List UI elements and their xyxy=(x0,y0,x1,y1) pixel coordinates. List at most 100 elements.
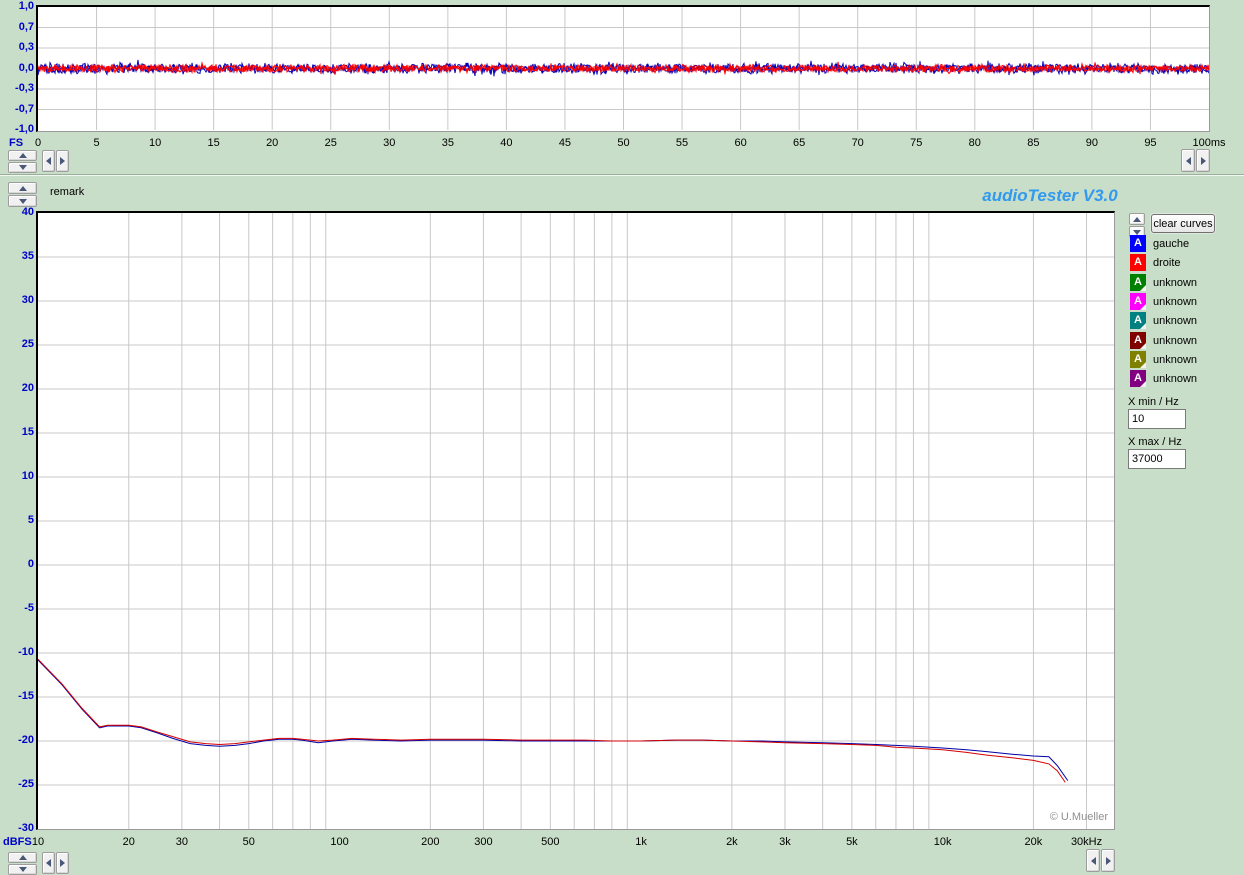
clear-curves-button[interactable]: clear curves xyxy=(1151,214,1215,233)
freq-x-tick-label: 100 xyxy=(330,836,349,848)
arrow-up-icon xyxy=(1133,216,1141,222)
arrow-down-icon xyxy=(1133,229,1141,235)
freq-y-spin-up-button[interactable] xyxy=(8,852,37,863)
time-plot-canvas xyxy=(38,7,1209,130)
remark-spin-up-button[interactable] xyxy=(8,182,37,194)
curve-color-swatch: A xyxy=(1130,351,1146,368)
arrow-up-icon xyxy=(18,855,27,860)
time-x-tick-label: 75 xyxy=(910,137,923,149)
freq-x-tick-label: 1k xyxy=(635,836,647,848)
freq-x-tick-label: 2k xyxy=(726,836,738,848)
arrow-right-icon xyxy=(60,157,65,165)
freq-y-tick-label: 40 xyxy=(21,206,34,218)
audiotester-window: FS remark audioTester V3.0 © U.Mueller d… xyxy=(0,0,1244,875)
time-y-tick-label: -0,7 xyxy=(15,102,34,115)
freq-x-tick-label: 5k xyxy=(846,836,858,848)
arrow-right-icon xyxy=(60,859,65,867)
freq-x-tick-label: 30 xyxy=(175,836,188,848)
time-x-tick-label: 35 xyxy=(441,137,454,149)
freq-y-tick-label: 15 xyxy=(21,426,34,438)
curve-color-swatch: A xyxy=(1130,370,1146,387)
time-x-scroll-right-group xyxy=(1181,149,1210,172)
legend-item-label: unknown xyxy=(1153,372,1198,385)
app-title: audioTester V3.0 xyxy=(982,186,1118,205)
freq-x-scroll-left-button[interactable] xyxy=(42,852,55,874)
curve-color-swatch: A xyxy=(1130,293,1146,310)
freq-y-tick-label: -30 xyxy=(18,822,34,834)
time-x-tick-label: 100ms xyxy=(1192,137,1226,149)
freq-y-tick-label: 10 xyxy=(21,470,34,482)
legend-item-label: unknown xyxy=(1153,314,1198,327)
freq-y-tick-label: 20 xyxy=(21,382,34,394)
legend-item-label: unknown xyxy=(1153,334,1198,347)
freq-y-spinner xyxy=(8,852,37,875)
time-x-tick-label: 60 xyxy=(734,137,747,149)
time-y-spin-down-button[interactable] xyxy=(8,162,37,173)
time-y-tick-label: -1,0 xyxy=(15,123,34,135)
freq-plot xyxy=(36,211,1115,830)
freq-x-scroll-left-button-2[interactable] xyxy=(1086,849,1100,872)
legend-item-label: droite xyxy=(1153,256,1181,269)
curve-color-swatch: A xyxy=(1130,254,1146,271)
time-x-tick-label: 30 xyxy=(383,137,396,149)
freq-plot-canvas xyxy=(38,213,1114,829)
time-x-tick-label: 70 xyxy=(851,137,864,149)
time-x-tick-label: 25 xyxy=(324,137,337,149)
legend-item-unknown-4[interactable]: Aunknown xyxy=(1130,312,1197,329)
xmin-input[interactable] xyxy=(1128,409,1186,429)
freq-y-spin-down-button[interactable] xyxy=(8,864,37,875)
time-x-tick-label: 65 xyxy=(793,137,806,149)
time-x-scroll-right-button[interactable] xyxy=(56,150,69,172)
freq-x-tick-label: 10k xyxy=(933,836,952,848)
legend-item-unknown-3[interactable]: Aunknown xyxy=(1130,293,1197,310)
copyright-text: © U.Mueller xyxy=(1049,811,1108,823)
time-y-tick-label: 0,0 xyxy=(18,61,34,74)
time-plot xyxy=(36,5,1210,132)
legend-item-label: unknown xyxy=(1153,295,1198,308)
xmin-label: X min / Hz xyxy=(1128,396,1179,408)
time-x-tick-label: 40 xyxy=(500,137,513,149)
time-x-tick-label: 95 xyxy=(1144,137,1157,149)
freq-x-tick-label: 3k xyxy=(779,836,791,848)
legend-item-unknown-5[interactable]: Aunknown xyxy=(1130,332,1197,349)
time-y-spinner xyxy=(8,150,37,173)
freq-x-tick-label: 200 xyxy=(421,836,440,848)
freq-x-tick-label: 30kHz xyxy=(1070,836,1103,848)
freq-y-tick-label: -25 xyxy=(18,778,34,790)
arrow-up-icon xyxy=(18,185,27,191)
freq-x-scroll-right-button[interactable] xyxy=(56,852,69,874)
legend-item-label: unknown xyxy=(1153,276,1198,289)
time-x-tick-label: 5 xyxy=(93,137,100,149)
arrow-left-icon xyxy=(1185,156,1191,165)
time-y-tick-label: 0,3 xyxy=(18,41,34,53)
time-x-scroll-left-group xyxy=(42,150,69,172)
freq-x-scroll-right-button-2[interactable] xyxy=(1101,849,1115,872)
time-x-tick-label: 85 xyxy=(1027,137,1040,149)
time-x-tick-label: 55 xyxy=(675,137,689,149)
time-y-spin-up-button[interactable] xyxy=(8,150,37,161)
legend-item-unknown-2[interactable]: Aunknown xyxy=(1130,274,1197,291)
legend-scroll-up-button[interactable] xyxy=(1129,213,1145,225)
freq-x-tick-label: 500 xyxy=(541,836,560,848)
xmax-label: X max / Hz xyxy=(1128,436,1182,448)
time-x-tick-label: 10 xyxy=(148,137,162,149)
time-x-tick-label: 50 xyxy=(617,137,630,149)
time-x-tick-label: 80 xyxy=(968,137,981,149)
freq-x-scroll-right-group xyxy=(1086,849,1115,872)
arrow-down-icon xyxy=(18,198,27,204)
xmax-input[interactable] xyxy=(1128,449,1186,469)
legend-item-label: gauche xyxy=(1153,237,1190,250)
time-y-tick-label: 0,7 xyxy=(18,20,34,33)
curve-color-swatch: A xyxy=(1130,312,1146,329)
time-x-scroll-right-button-2[interactable] xyxy=(1196,149,1210,172)
time-x-scroll-left-button-2[interactable] xyxy=(1181,149,1195,172)
legend-item-unknown-7[interactable]: Aunknown xyxy=(1130,370,1197,387)
legend-item-gauche-0[interactable]: Agauche xyxy=(1130,235,1189,252)
legend-item-unknown-6[interactable]: Aunknown xyxy=(1130,351,1197,368)
curve-color-swatch: A xyxy=(1130,235,1146,252)
legend-item-droite-1[interactable]: Adroite xyxy=(1130,254,1181,271)
arrow-right-icon xyxy=(1200,156,1206,165)
curve-legend: Agauche Adroite Aunknown Aunknown Aunknown Au… xyxy=(1130,235,1240,391)
time-x-scroll-left-button[interactable] xyxy=(42,150,55,172)
arrow-left-icon xyxy=(46,157,51,165)
